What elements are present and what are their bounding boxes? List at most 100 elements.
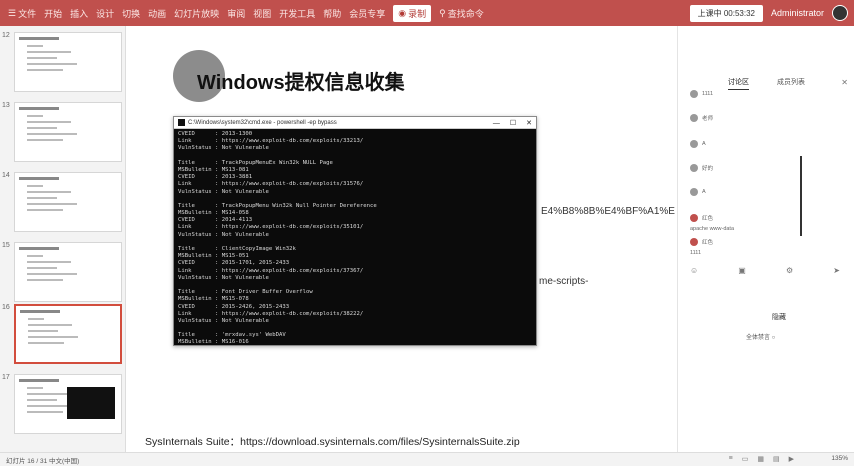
chat-message: 老师	[690, 114, 713, 122]
thumbnail-text-line	[27, 273, 77, 275]
slide-number: 17	[2, 374, 10, 381]
image-icon[interactable]: ▣	[738, 266, 746, 275]
status-bar: 幻灯片 16 / 31 中文(中国) ≡ ▭ ▦ ▤ ▶ 135%	[0, 452, 854, 466]
zoom-level[interactable]: 135%	[831, 455, 848, 462]
cmd-output-line: MSBulletin : MS13-081	[178, 166, 249, 173]
thumbnail-text-line	[27, 399, 57, 401]
slide-number: 14	[2, 172, 10, 179]
cmd-output-line: VulnStatus : Not Vulnerable	[178, 145, 269, 152]
ribbon-tab-label: 会员专享	[349, 8, 386, 19]
ribbon-tab[interactable]: 开发工具	[279, 7, 315, 20]
thumbnail-text-line	[27, 387, 43, 389]
cmd-window[interactable]: C:\Windows\system32\cmd.exe - powershell…	[173, 116, 537, 346]
avatar	[690, 90, 698, 98]
thumbnail-text-line	[28, 324, 72, 326]
minimize-icon[interactable]: —	[493, 120, 500, 127]
avatar	[690, 188, 698, 196]
slide-title: Windows提权信息收集	[197, 72, 405, 94]
cmd-output-line: VulnStatus : Not Vulnerable	[178, 317, 269, 324]
thumbnail-preview[interactable]	[14, 304, 122, 364]
avatar	[690, 114, 698, 122]
thumbnail-preview[interactable]	[14, 374, 122, 434]
user-name: Administrator	[770, 8, 824, 18]
ribbon-tab[interactable]: 开始	[44, 7, 62, 20]
slide-number: 13	[2, 102, 10, 109]
thumbnail-text-line	[27, 115, 43, 117]
thumbnail-text-line	[28, 336, 78, 338]
thumbnail-preview[interactable]	[14, 102, 122, 162]
thumbnail-text-line	[28, 318, 44, 320]
cmd-output-line: VulnStatus : Not Vulnerable	[178, 274, 269, 281]
avatar[interactable]	[832, 5, 848, 21]
close-icon[interactable]: ✕	[526, 119, 532, 127]
avatar	[690, 214, 698, 222]
maximize-icon[interactable]: ☐	[510, 119, 516, 127]
ribbon-tab-label: 设计	[96, 8, 115, 19]
ribbon-tab[interactable]: 审阅	[227, 7, 245, 20]
cmd-output-line: CVEID : 2014-4113	[178, 217, 253, 224]
thumbnail-preview[interactable]	[14, 32, 122, 92]
thumbnail-preview[interactable]	[14, 242, 122, 302]
chat-scrollbar[interactable]	[800, 156, 802, 236]
ribbon-tab[interactable]: ◉ 录制	[393, 4, 432, 22]
reading-view-icon[interactable]: ▤	[773, 455, 780, 463]
cmd-output-line: VulnStatus : Not Vulnerable	[178, 188, 269, 195]
panel-close-icon[interactable]: ✕	[841, 78, 848, 87]
cmd-title-text: C:\Windows\system32\cmd.exe - powershell…	[188, 119, 337, 126]
ribbon-tab[interactable]: 会员专享	[349, 7, 385, 20]
normal-view-icon[interactable]: ▭	[742, 455, 749, 463]
chat-message: A	[690, 188, 706, 196]
emoji-icon[interactable]: ☺	[690, 266, 698, 275]
cmd-output-line: Link : https://www.exploit-db.com/exploi…	[178, 181, 364, 188]
thumbnail-text-line	[27, 203, 77, 205]
cmd-output-line: Title : 'mrxdav.sys' WebDAV	[178, 332, 286, 339]
ribbon-tab[interactable]: 视图	[253, 7, 271, 20]
hide-label[interactable]: 隐藏	[772, 312, 786, 322]
sorter-view-icon[interactable]: ▦	[757, 455, 764, 463]
record-icon: ◉	[398, 7, 407, 18]
slideshow-icon[interactable]: ▶	[789, 455, 794, 463]
thumbnail-text-line	[19, 107, 59, 110]
ribbon-tab[interactable]: 插入	[70, 7, 88, 20]
tab-members[interactable]: 成员列表	[777, 77, 805, 89]
slide-thumbnail-panel[interactable]: 12 13 14 15 16 17	[0, 26, 126, 452]
ribbon-tab-label: 查找命令	[447, 8, 484, 19]
tab-discussion[interactable]: 讨论区	[728, 77, 749, 90]
chat-message-text: apache www-data	[690, 226, 735, 232]
ribbon-tab[interactable]: ☰ 文件	[8, 7, 36, 20]
slide-canvas[interactable]: Windows提权信息收集 E4%B8%8B%E4%BF%A1%E me-scr…	[127, 26, 677, 452]
notes-icon[interactable]: ≡	[729, 455, 733, 463]
thumbnail-text-line	[19, 37, 59, 40]
slide-number: 12	[2, 32, 10, 39]
ribbon-tab[interactable]: 切换	[122, 7, 140, 20]
thumbnail-text-line	[27, 51, 71, 53]
thumbnail-text-line	[27, 267, 57, 269]
cmd-output: CVEID : 2013-1300 Link : https://www.expl…	[174, 129, 536, 349]
cmd-titlebar[interactable]: C:\Windows\system32\cmd.exe - powershell…	[174, 117, 536, 129]
send-icon[interactable]: ➤	[833, 266, 840, 275]
ribbon-tab[interactable]: 幻灯片放映	[174, 7, 219, 20]
settings-icon[interactable]: ⚙	[786, 266, 793, 275]
ribbon-tab[interactable]: 动画	[148, 7, 166, 20]
thumbnail-text-line	[27, 45, 43, 47]
thumbnail-text-line	[27, 121, 71, 123]
ribbon-tab[interactable]: ⚲ 查找命令	[439, 7, 484, 20]
slide-number: 15	[2, 242, 10, 249]
chat-message: 好的	[690, 164, 713, 172]
thumbnail-text-line	[27, 185, 43, 187]
thumbnail-text-line	[27, 209, 63, 211]
cmd-output-line: VulnStatus : Not Vulnerable	[178, 231, 269, 238]
mute-all-toggle[interactable]: 全体禁言 ○	[746, 332, 775, 341]
cmd-output-line: Title : Font Driver Buffer Overflow	[178, 289, 313, 296]
ribbon-tab-label: 插入	[70, 8, 89, 19]
cmd-output-line: Link : https://www.exploit-db.com/exploi…	[178, 138, 364, 145]
thumbnail-text-line	[27, 127, 57, 129]
thumbnail-preview[interactable]	[14, 172, 122, 232]
cmd-output-line: MSBulletin : MS15-078	[178, 296, 249, 303]
ribbon-tab-label: 审阅	[227, 8, 246, 19]
ribbon-tab[interactable]: 帮助	[323, 7, 341, 20]
thumbnail-text-line	[27, 411, 63, 413]
ribbon-tab[interactable]: 设计	[96, 7, 114, 20]
chat-message: 红色	[690, 214, 713, 222]
thumbnail-text-line	[28, 330, 58, 332]
